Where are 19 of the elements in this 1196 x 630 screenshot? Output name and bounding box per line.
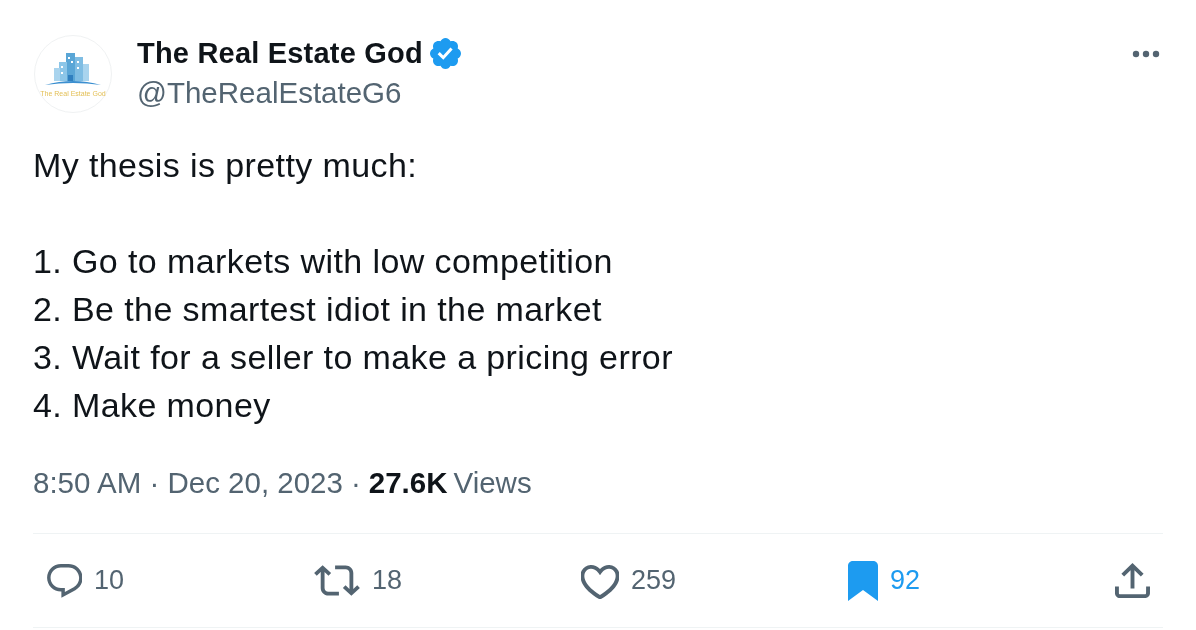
more-dots-icon xyxy=(1132,50,1160,58)
speech-bubble-icon xyxy=(47,563,82,598)
reply-button[interactable]: 10 xyxy=(47,563,125,598)
loop-arrows-icon xyxy=(314,565,360,596)
author-handle[interactable]: @TheRealEstateG6 xyxy=(137,76,461,110)
share-button[interactable] xyxy=(1115,563,1150,598)
author-name[interactable]: The Real Estate God xyxy=(137,36,423,70)
like-button[interactable]: 259 xyxy=(581,562,677,599)
views-label: Views xyxy=(453,466,532,500)
more-button[interactable] xyxy=(1132,50,1160,58)
retweet-button[interactable]: 18 xyxy=(314,565,403,596)
tweet-text: My thesis is pretty much: 1. Go to markets with low competition 2. Be the smartest idiot in the market 3. Wait for a seller to make a pricing error 4. Make money xyxy=(33,145,674,426)
share-icon xyxy=(1115,563,1150,598)
timestamp-link[interactable]: 8:50 AM · Dec 20, 2023 xyxy=(33,466,343,500)
heart-icon xyxy=(581,562,619,599)
separator-dot: · xyxy=(350,466,361,500)
bookmark-icon xyxy=(848,560,878,601)
buildings-logo xyxy=(44,50,102,87)
views-count: 27.6K xyxy=(368,466,448,500)
